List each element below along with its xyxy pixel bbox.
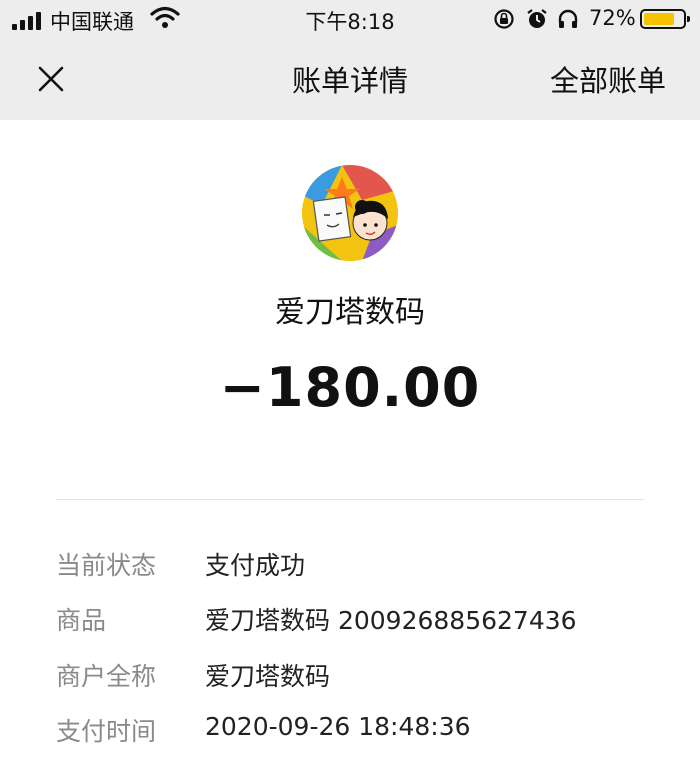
detail-value: 爱刀塔数码 200926885627436 [205,606,577,635]
detail-label: 商品 [56,606,107,635]
orientation-lock-icon [494,9,514,29]
detail-value: 爱刀塔数码 [205,662,331,691]
merchant-avatar [302,165,398,261]
battery-percent: 72% [589,6,636,30]
battery-icon [640,9,690,29]
detail-label: 当前状态 [56,551,157,580]
detail-row-merchant: 商户全称 爱刀塔数码 [56,657,656,697]
merchant-name: 爱刀塔数码 [275,295,425,330]
alarm-icon [527,9,547,28]
detail-label: 支付时间 [56,717,157,746]
detail-row-time: 支付时间 2020-09-26 18:48:36 [56,712,656,752]
status-bar: 中国联通 下午8:18 72% [0,0,700,40]
detail-value: 支付成功 [205,551,306,580]
top-bar: 中国联通 下午8:18 72% 账单详情 全部账单 [0,0,700,120]
detail-label: 商户全称 [56,662,157,691]
detail-row-product: 商品 爱刀塔数码 200926885627436 [56,601,656,641]
headphones-icon [558,9,578,28]
divider [56,499,644,500]
detail-row-status: 当前状态 支付成功 [56,546,656,586]
detail-value: 2020-09-26 18:48:36 [205,712,471,741]
transaction-amount: −180.00 [219,356,481,419]
all-bills-button[interactable]: 全部账单 [550,58,666,100]
